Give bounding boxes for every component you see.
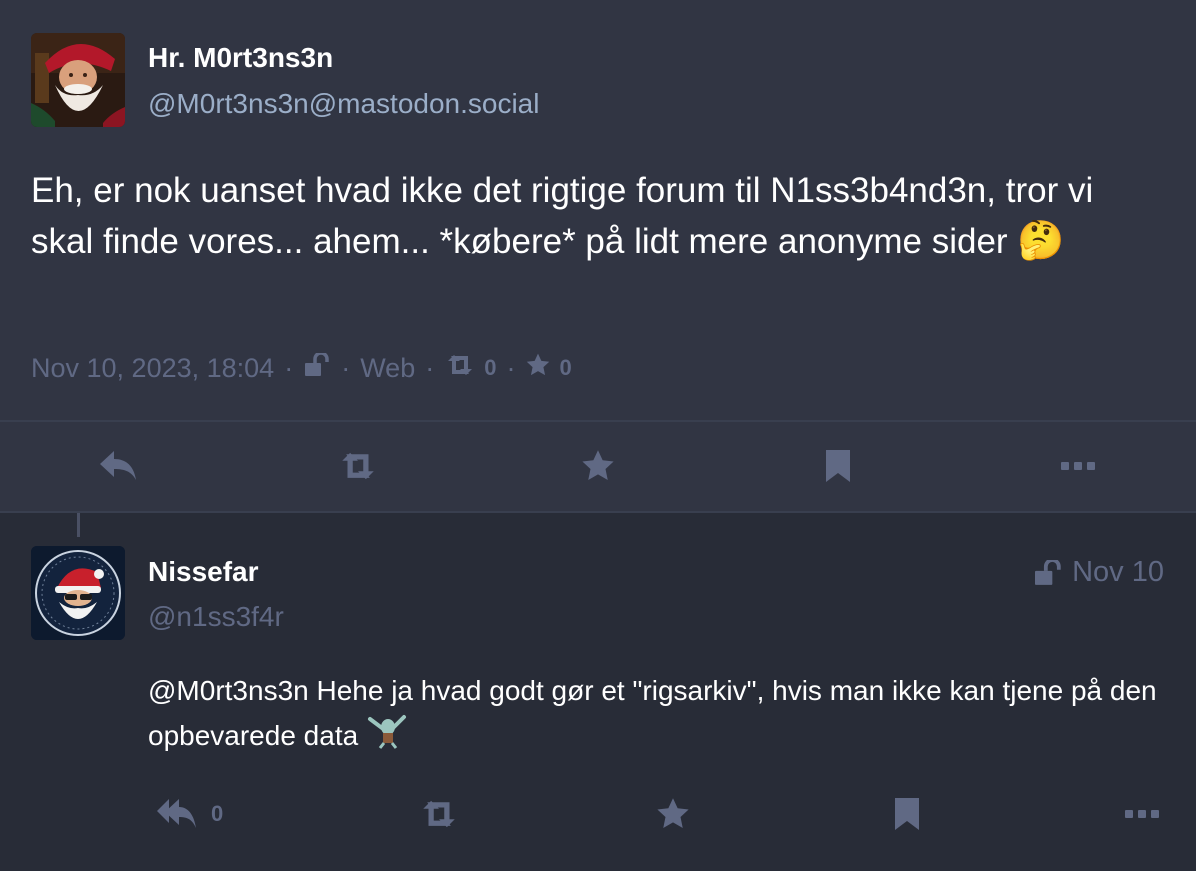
avatar[interactable] — [31, 33, 125, 127]
reply-button[interactable]: 0 — [157, 784, 223, 844]
divider — [0, 420, 1196, 422]
reply-date[interactable]: Nov 10 — [1072, 556, 1164, 589]
reply-content: @M0rt3ns3n Hehe ja hvad godt gør et "rig… — [148, 668, 1168, 762]
mention-link[interactable]: @M0rt3ns3n — [148, 675, 309, 706]
thinking-face-emoji: 🤔 — [1017, 220, 1065, 262]
bookmark-icon — [826, 450, 850, 482]
status-content: Eh, er nok uanset hvad ikke det rigtige … — [31, 166, 1161, 267]
santa-portrait-avatar — [31, 33, 125, 127]
bookmark-icon — [895, 798, 919, 830]
application-name[interactable]: Web — [360, 353, 415, 384]
reply-all-icon — [157, 799, 196, 828]
reply-icon — [100, 451, 136, 480]
meta-separator: · — [284, 352, 294, 383]
bookmark-button[interactable] — [824, 436, 852, 496]
meta-separator: · — [425, 352, 435, 383]
boost-count-icon — [444, 353, 476, 384]
reply-button[interactable] — [98, 436, 138, 496]
star-icon — [657, 798, 689, 828]
bookmark-button[interactable] — [893, 784, 921, 844]
favourite-button[interactable] — [580, 436, 616, 496]
boost-icon — [342, 452, 374, 480]
meta-separator: · — [341, 352, 351, 383]
display-name[interactable]: Nissefar — [148, 556, 259, 588]
favourite-count: 0 — [559, 355, 572, 380]
focused-status-action-bar — [0, 436, 1196, 496]
thread-connector — [77, 513, 80, 537]
unlock-icon — [1035, 559, 1061, 585]
star-count-icon — [525, 352, 551, 385]
santa-badge-avatar — [31, 546, 125, 640]
ellipsis-icon — [1125, 810, 1159, 818]
account-handle[interactable]: @M0rt3ns3n@mastodon.social — [148, 88, 539, 120]
more-button[interactable] — [1125, 784, 1159, 844]
avatar[interactable] — [31, 546, 125, 640]
status-meta: Nov 10, 2023, 18:04 · · Web · 0 · 0 — [31, 348, 572, 388]
boost-count: 0 — [484, 355, 497, 380]
display-name[interactable]: Hr. M0rt3ns3n — [148, 42, 333, 74]
unlock-icon — [303, 350, 331, 384]
status-text: Eh, er nok uanset hvad ikke det rigtige … — [31, 171, 1094, 261]
boost-icon — [423, 800, 455, 828]
meta-separator: · — [506, 352, 516, 383]
reply-timestamp-area: Nov 10 — [1032, 556, 1164, 589]
squidward-dab-emoji — [366, 713, 408, 762]
reply-count: 0 — [211, 801, 224, 826]
favourite-button[interactable] — [655, 784, 691, 844]
divider — [0, 511, 1196, 513]
status-timestamp[interactable]: Nov 10, 2023, 18:04 — [31, 353, 274, 384]
more-button[interactable] — [1061, 436, 1095, 496]
reply-action-bar: 0 — [0, 784, 1196, 844]
boost-button[interactable] — [418, 784, 460, 844]
star-icon — [582, 450, 614, 480]
ellipsis-icon — [1061, 462, 1095, 470]
account-handle[interactable]: @n1ss3f4r — [148, 601, 284, 633]
boost-button[interactable] — [337, 436, 379, 496]
